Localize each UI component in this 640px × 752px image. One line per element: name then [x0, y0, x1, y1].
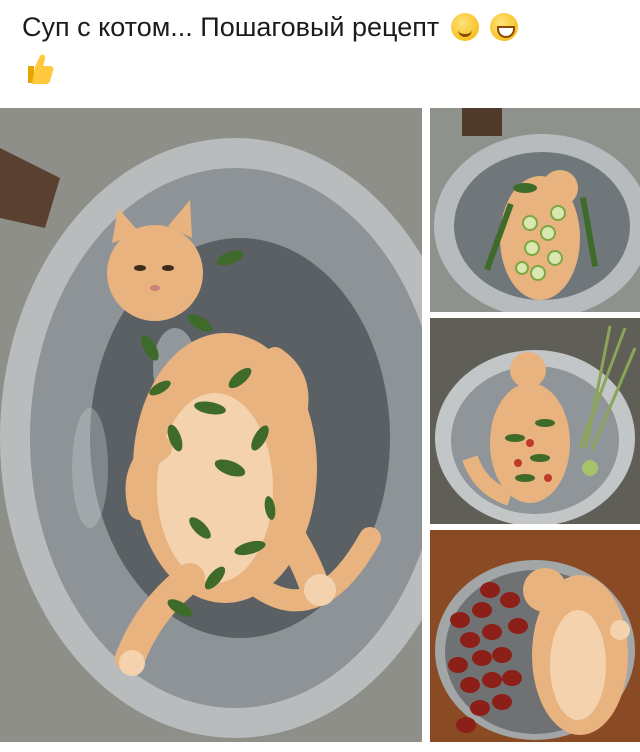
photo-cat-with-sausages[interactable]	[430, 530, 640, 742]
caption-text: Суп с котом... Пошаговый рецепт	[22, 12, 440, 42]
photo-cat-with-lime-slices[interactable]	[430, 108, 640, 312]
grinning-face-emoji-icon	[490, 13, 519, 41]
thumbs-up-emoji-icon	[28, 54, 54, 84]
photo-cat-with-vegetables[interactable]	[430, 318, 640, 524]
post-caption: Суп с котом... Пошаговый рецепт	[22, 10, 519, 44]
smiling-face-emoji-icon	[450, 13, 479, 41]
photo-cat-in-wok-main[interactable]	[0, 108, 422, 742]
